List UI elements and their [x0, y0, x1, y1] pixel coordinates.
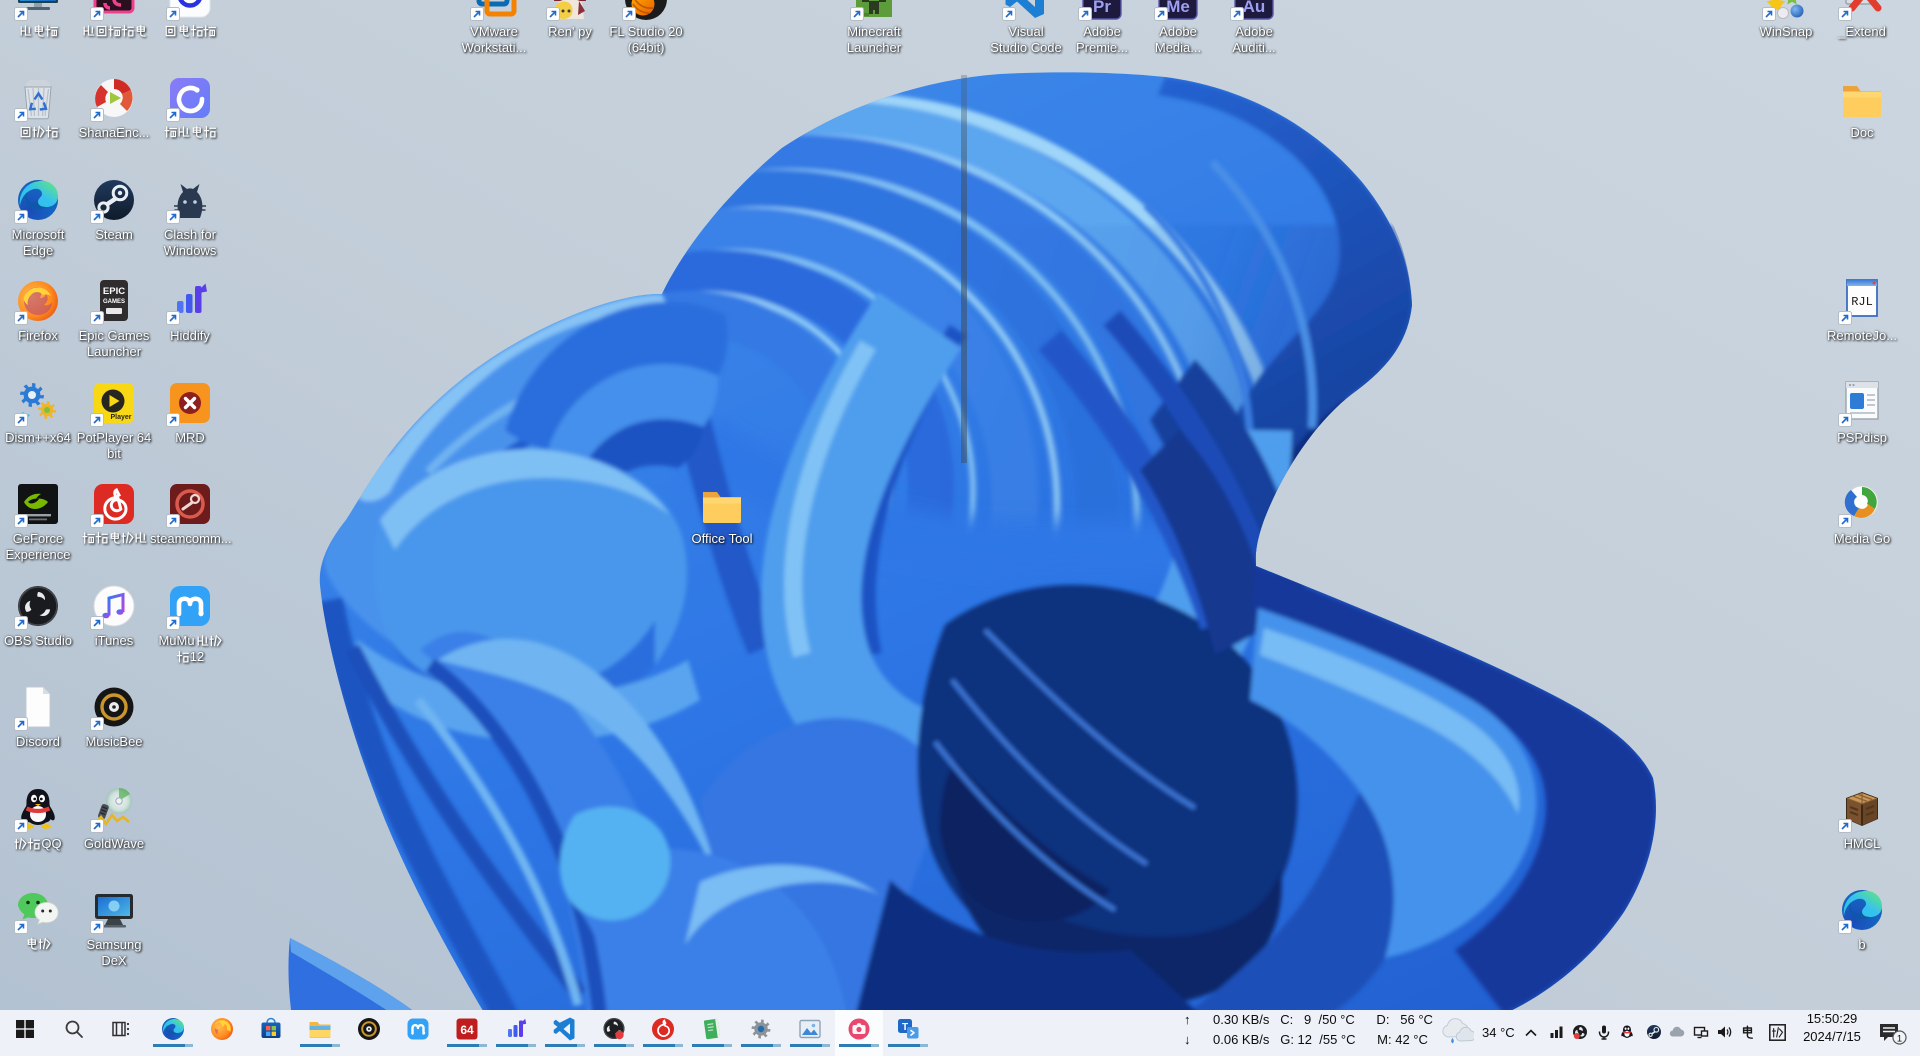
svg-text:GAMES: GAMES	[103, 299, 125, 305]
svg-text:Pr: Pr	[1093, 0, 1111, 16]
svg-text:EPIC: EPIC	[103, 286, 125, 297]
svg-text:Au: Au	[1243, 0, 1266, 16]
svg-text:Me: Me	[1166, 0, 1190, 16]
svg-text:Player: Player	[110, 414, 131, 421]
svg-text:64: 64	[460, 1023, 474, 1037]
svg-text:RJL: RJL	[1851, 295, 1873, 309]
svg-text:1: 1	[1897, 1034, 1902, 1045]
